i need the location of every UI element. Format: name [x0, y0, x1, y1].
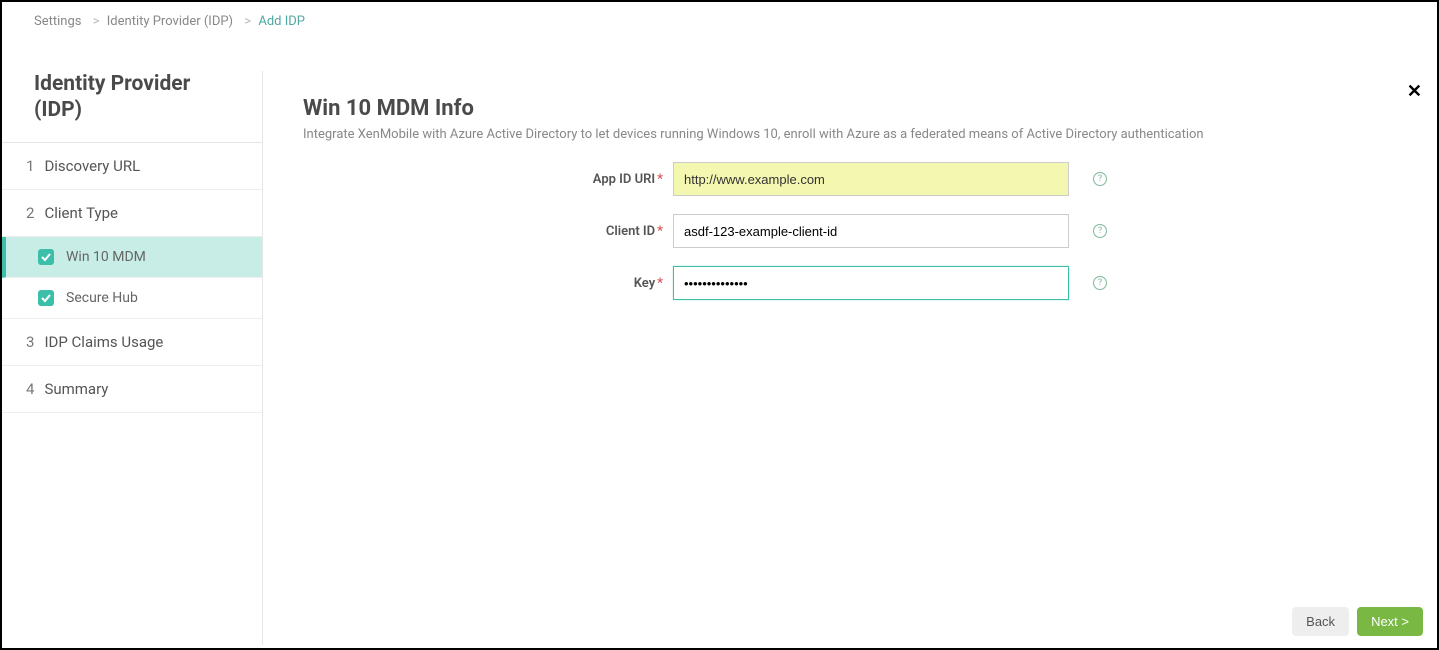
substep-win10-mdm[interactable]: Win 10 MDM: [2, 237, 262, 278]
label-app-id: App ID URI*: [303, 172, 673, 187]
input-app-id-uri[interactable]: [673, 162, 1069, 196]
page-title: Win 10 MDM Info: [303, 96, 1397, 121]
input-client-id[interactable]: [673, 214, 1069, 248]
back-button[interactable]: Back: [1292, 607, 1349, 636]
label-client-id: Client ID*: [303, 224, 673, 239]
step-label: IDP Claims Usage: [44, 333, 163, 351]
help-icon[interactable]: ?: [1093, 224, 1107, 238]
form-row-key: Key* ?: [303, 266, 1397, 300]
step-label: Summary: [44, 380, 108, 398]
help-icon[interactable]: ?: [1093, 172, 1107, 186]
checkbox-icon: [38, 249, 54, 265]
next-button[interactable]: Next >: [1357, 607, 1423, 636]
substep-label: Win 10 MDM: [66, 249, 146, 265]
step-num: 1: [26, 157, 34, 175]
label-key: Key*: [303, 276, 673, 291]
step-discovery-url[interactable]: 1 Discovery URL: [2, 143, 262, 190]
breadcrumb: Settings > Identity Provider (IDP) > Add…: [2, 2, 1437, 41]
sidebar: Identity Provider (IDP) 1 Discovery URL …: [2, 41, 262, 645]
step-summary[interactable]: 4 Summary: [2, 366, 262, 413]
help-icon[interactable]: ?: [1093, 276, 1107, 290]
step-num: 2: [26, 204, 34, 222]
step-client-type[interactable]: 2 Client Type: [2, 190, 262, 237]
main-panel: ✕ Win 10 MDM Info Integrate XenMobile wi…: [262, 71, 1437, 645]
form-row-app-id: App ID URI* ?: [303, 162, 1397, 196]
step-num: 4: [26, 380, 34, 398]
footer-buttons: Back Next >: [1292, 607, 1423, 636]
breadcrumb-settings[interactable]: Settings: [34, 14, 81, 29]
breadcrumb-sep: >: [244, 14, 251, 29]
breadcrumb-sep: >: [93, 14, 100, 29]
sidebar-title: Identity Provider (IDP): [2, 71, 262, 143]
breadcrumb-add-idp[interactable]: Add IDP: [258, 14, 305, 29]
close-icon[interactable]: ✕: [1407, 81, 1422, 102]
substep-secure-hub[interactable]: Secure Hub: [2, 278, 262, 319]
substep-label: Secure Hub: [66, 290, 138, 306]
form-row-client-id: Client ID* ?: [303, 214, 1397, 248]
step-label: Client Type: [44, 204, 118, 222]
input-key[interactable]: [673, 266, 1069, 300]
step-idp-claims[interactable]: 3 IDP Claims Usage: [2, 319, 262, 366]
step-label: Discovery URL: [44, 157, 140, 175]
checkbox-icon: [38, 290, 54, 306]
breadcrumb-idp[interactable]: Identity Provider (IDP): [107, 14, 233, 29]
step-num: 3: [26, 333, 34, 351]
page-description: Integrate XenMobile with Azure Active Di…: [303, 127, 1397, 142]
